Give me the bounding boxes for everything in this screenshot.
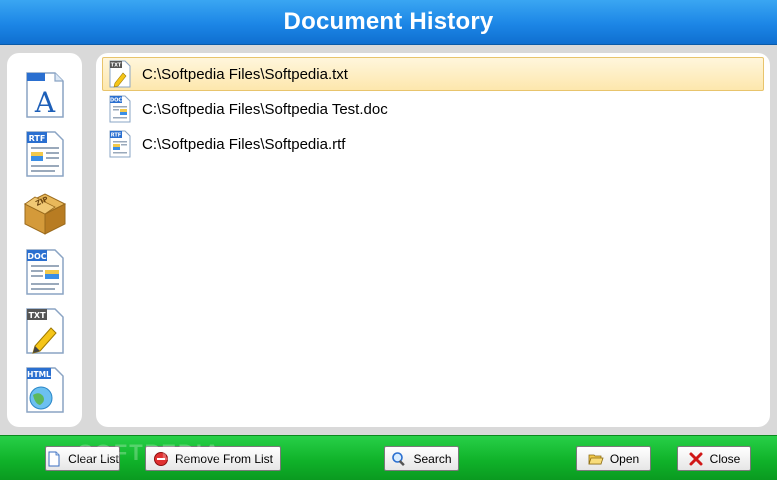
file-path: C:\Softpedia Files\Softpedia.txt: [142, 65, 348, 83]
svg-text:RTF: RTF: [28, 134, 45, 143]
window-title: Document History: [283, 8, 494, 35]
title-bar: Document History: [0, 0, 777, 45]
rtf-file-icon: RTF: [108, 129, 132, 159]
file-path: C:\Softpedia Files\Softpedia Test.doc: [142, 100, 388, 118]
remove-from-list-label: Remove From List: [174, 451, 274, 466]
list-item[interactable]: DOC C:\Softpedia Files\Softpedia Test.do…: [102, 92, 764, 126]
clear-list-button[interactable]: Clear List: [45, 446, 120, 471]
doc-document-icon[interactable]: DOC: [21, 247, 69, 297]
bottom-toolbar: Clear List Remove From List Search Open: [0, 435, 777, 480]
open-label: Open: [609, 451, 640, 466]
svg-text:DOC: DOC: [27, 252, 46, 261]
search-icon: [391, 451, 407, 467]
close-button[interactable]: Close: [677, 446, 751, 471]
list-item[interactable]: RTF C:\Softpedia Files\Softpedia.rtf: [102, 127, 764, 161]
svg-text:RTF: RTF: [111, 133, 121, 139]
txt-file-icon: TXT: [108, 59, 132, 89]
font-document-icon[interactable]: A: [21, 70, 69, 120]
zip-archive-icon[interactable]: ZIP: [21, 188, 69, 238]
close-icon: [688, 451, 704, 467]
svg-text:TXT: TXT: [111, 63, 122, 69]
svg-text:DOC: DOC: [110, 98, 122, 104]
svg-text:A: A: [33, 86, 55, 119]
document-list: TXT C:\Softpedia Files\Softpedia.txt DOC: [96, 53, 770, 427]
svg-text:TXT: TXT: [28, 311, 46, 320]
blank-page-icon: [46, 451, 62, 467]
clear-list-label: Clear List: [68, 451, 119, 466]
search-label: Search: [413, 451, 452, 466]
remove-icon: [153, 451, 169, 467]
txt-document-icon[interactable]: TXT: [21, 306, 69, 356]
open-folder-icon: [588, 451, 604, 467]
list-item[interactable]: TXT C:\Softpedia Files\Softpedia.txt: [102, 57, 764, 91]
close-label: Close: [709, 451, 741, 466]
work-area: A RTF ZIP DOC TXT HTML TXT C:\Softpedia …: [0, 45, 777, 435]
search-button[interactable]: Search: [384, 446, 459, 471]
remove-from-list-button[interactable]: Remove From List: [145, 446, 281, 471]
svg-text:HTML: HTML: [27, 370, 51, 379]
doc-file-icon: DOC: [108, 94, 132, 124]
html-document-icon[interactable]: HTML: [21, 365, 69, 415]
open-button[interactable]: Open: [576, 446, 651, 471]
rtf-document-icon[interactable]: RTF: [21, 129, 69, 179]
format-sidebar: A RTF ZIP DOC TXT HTML: [7, 53, 82, 427]
file-path: C:\Softpedia Files\Softpedia.rtf: [142, 135, 346, 153]
